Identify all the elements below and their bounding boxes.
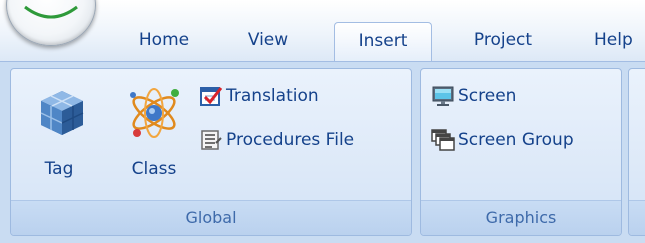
screen-monitor-icon [432, 86, 454, 106]
procedures-file-button-label: Procedures File [226, 130, 355, 150]
tag-cube-icon [40, 91, 84, 135]
group-global: Tag Class Translation Procedures File Gl… [10, 68, 412, 236]
group-global-label: Global [11, 200, 411, 235]
screen-group-icon [431, 129, 455, 151]
tab-insert[interactable]: Insert [334, 22, 432, 63]
tab-help[interactable]: Help [580, 22, 645, 62]
group-graphics-label: Graphics [421, 200, 621, 235]
tag-button-label: Tag [44, 159, 74, 179]
tab-project[interactable]: Project [448, 22, 558, 62]
group-next-partial [628, 68, 645, 236]
atom-icon [130, 88, 179, 138]
ribbon-panel: Tag Class Translation Procedures File Gl… [0, 61, 645, 243]
screen-button[interactable]: Screen [431, 83, 516, 109]
screen-button-label: Screen [458, 86, 517, 106]
tag-button[interactable]: Tag [29, 79, 89, 189]
application-menu-button[interactable] [6, 0, 96, 46]
class-button-label: Class [131, 159, 177, 179]
ribbon-tab-bar: Home View Insert Project Help [0, 0, 645, 63]
app-logo-icon [24, 5, 78, 19]
screen-group-button[interactable]: Screen Group [431, 127, 574, 153]
procedures-file-button[interactable]: Procedures File [199, 127, 354, 153]
translation-checklist-icon [200, 87, 223, 106]
tab-view[interactable]: View [216, 22, 320, 62]
translation-button[interactable]: Translation [199, 83, 319, 109]
screen-group-button-label: Screen Group [458, 130, 574, 150]
tab-home[interactable]: Home [112, 22, 216, 62]
group-graphics: Screen Screen Group Graphics [420, 68, 622, 236]
class-button[interactable]: Class [119, 79, 189, 189]
procedures-file-icon [201, 130, 222, 150]
group-next-label [629, 200, 645, 235]
translation-button-label: Translation [226, 86, 319, 106]
